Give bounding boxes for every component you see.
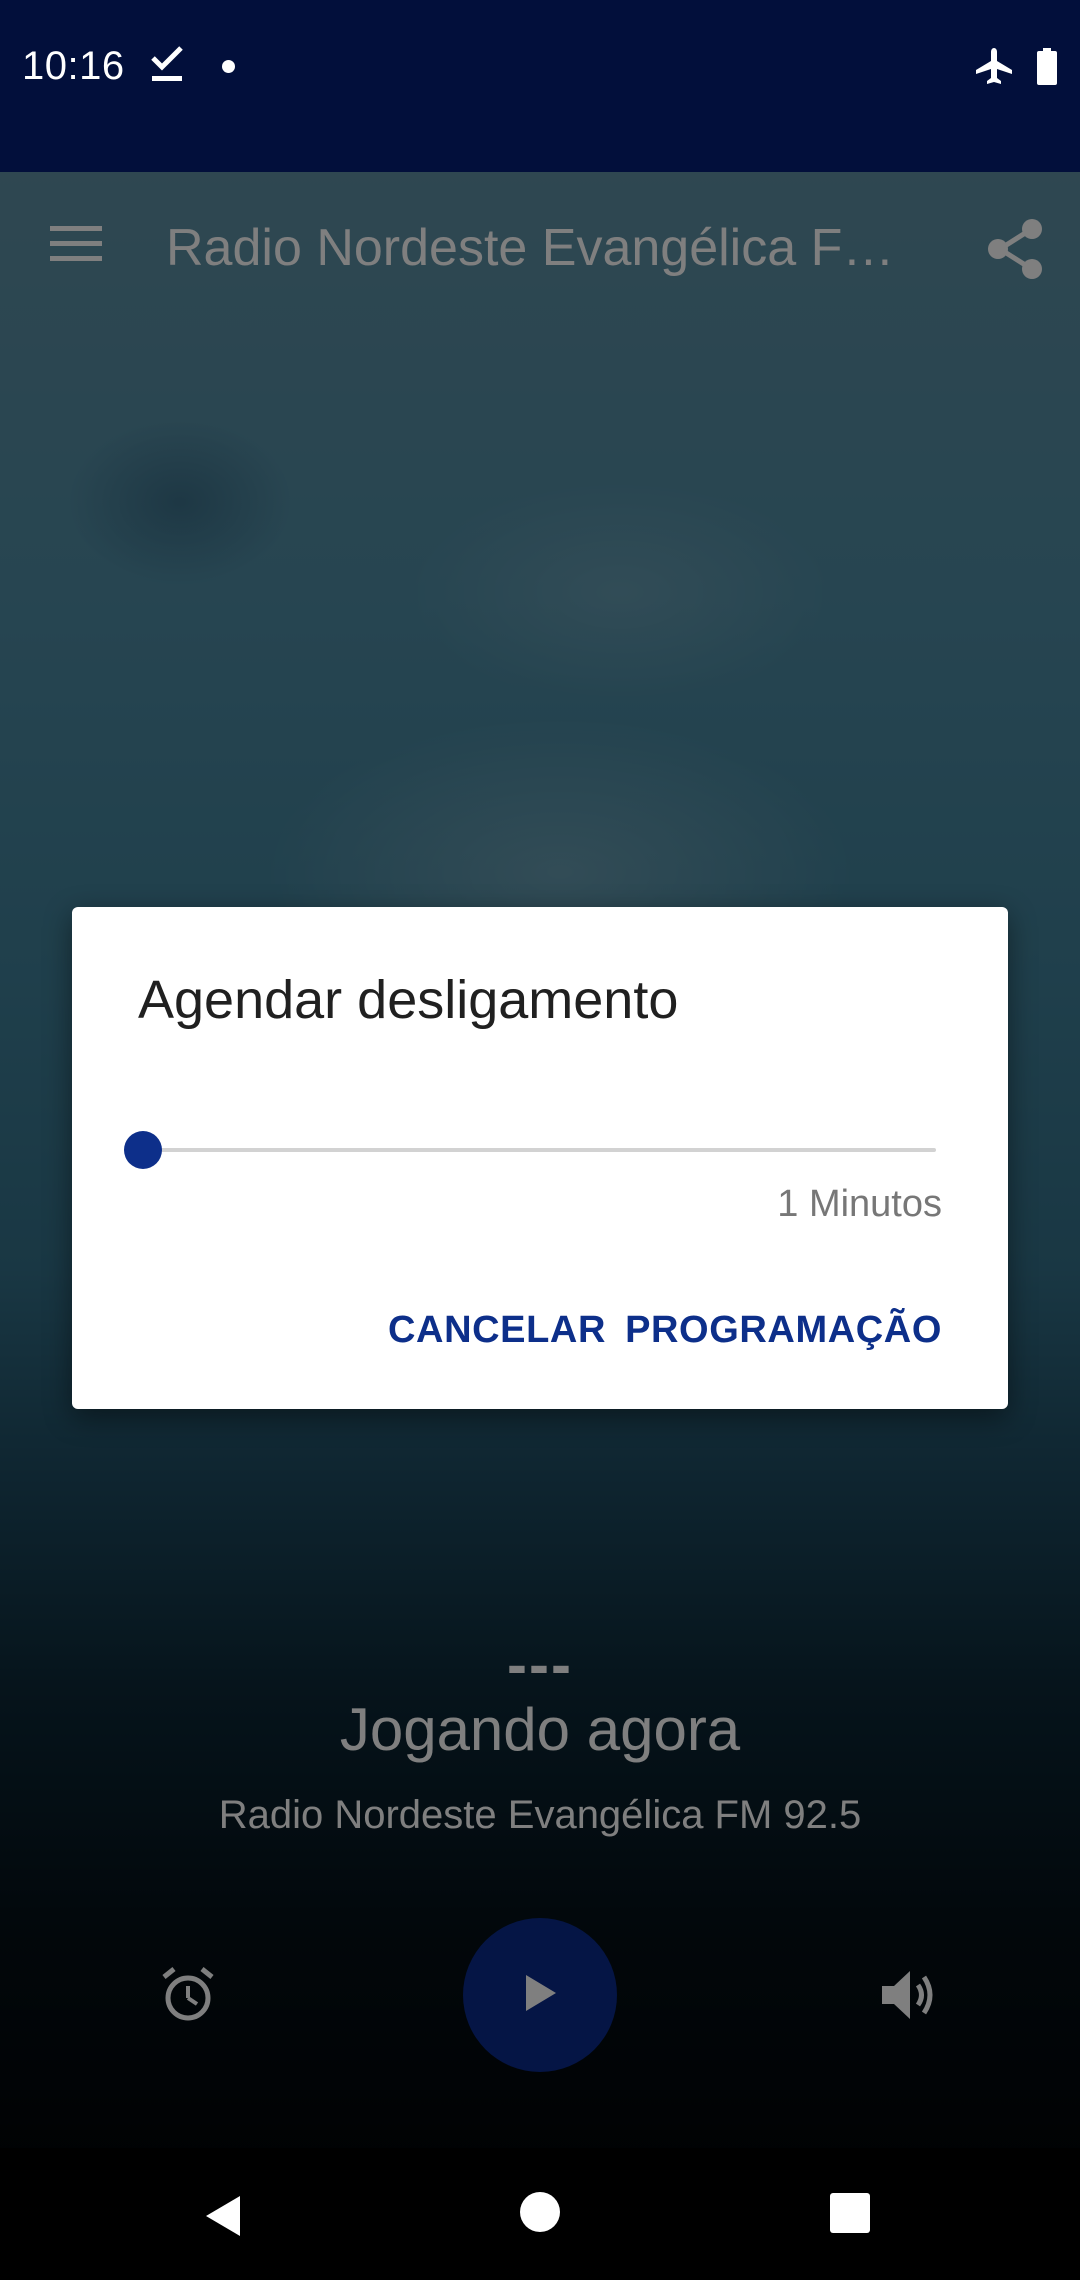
schedule-button[interactable]: PROGRAMAÇÃO	[625, 1309, 942, 1352]
screen: Radio Nordeste Evangélica FM 92.5 --- Jo…	[0, 0, 1080, 2280]
battery-icon	[1036, 48, 1058, 91]
home-icon[interactable]	[520, 2192, 560, 2232]
status-bar: 10:16	[0, 0, 1080, 172]
dialog-title: Agendar desligamento	[138, 970, 679, 1030]
recents-icon[interactable]	[830, 2193, 870, 2233]
timer-slider-thumb[interactable]	[124, 1131, 162, 1169]
download-done-icon	[150, 44, 184, 89]
timer-value-label: 1 Minutos	[777, 1183, 942, 1225]
cancel-button[interactable]: CANCELAR	[388, 1309, 606, 1352]
timer-slider-track[interactable]	[144, 1148, 936, 1152]
status-time: 10:16	[22, 44, 125, 88]
airplane-mode-icon	[974, 46, 1014, 91]
back-icon[interactable]	[204, 2194, 244, 2243]
sleep-timer-dialog: Agendar desligamento 1 Minutos CANCELAR …	[72, 907, 1008, 1409]
notification-dot-icon	[222, 60, 235, 73]
navigation-bar	[0, 2148, 1080, 2280]
